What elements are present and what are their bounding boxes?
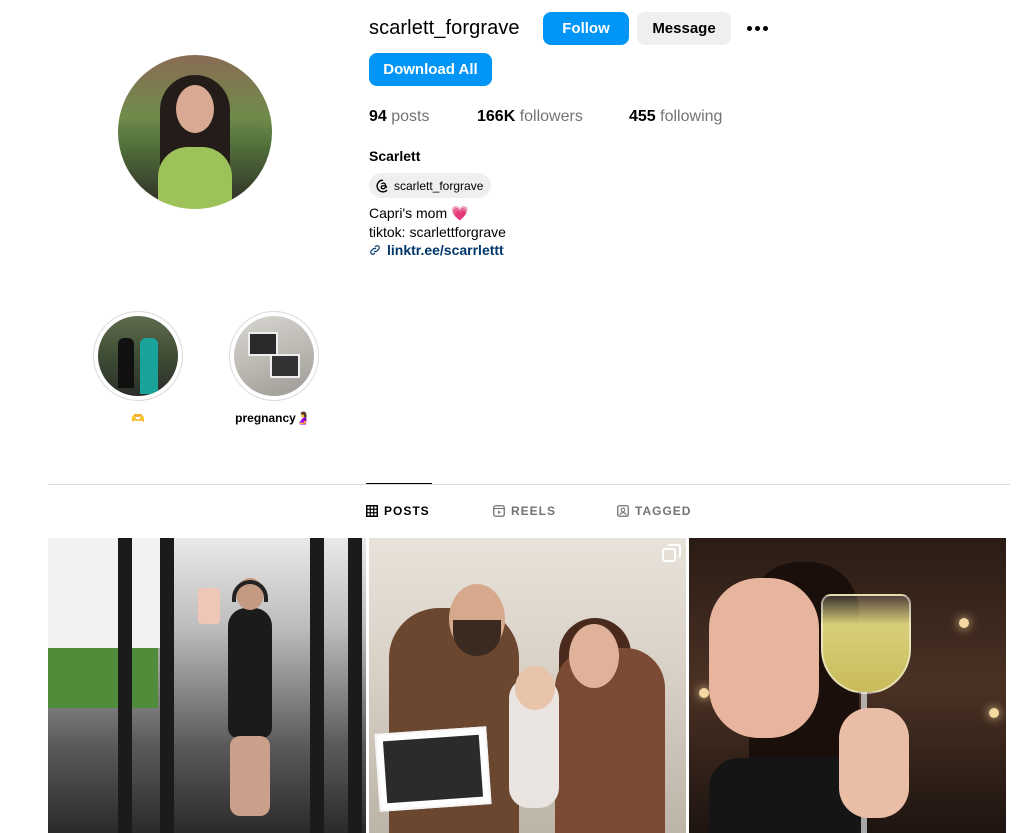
follow-button[interactable]: Follow [543,12,629,45]
highlight-figure [118,338,134,388]
followers-stat[interactable]: 166K followers [477,108,583,126]
headphones [232,580,268,602]
ultrasound-image [270,354,300,378]
phone [198,588,220,624]
avatar-body [158,147,232,209]
gym-window [48,538,168,648]
profile-full-name: Scarlett [369,148,421,164]
highlight-1[interactable] [93,311,183,401]
woman-head [569,624,619,688]
posts-label: posts [391,108,430,125]
bokeh-light [699,688,709,698]
heart-emoji: 💗 [451,205,469,221]
posts-stat: 94 posts [369,108,430,126]
child-head [515,666,555,710]
gym-rack [310,538,324,833]
gym-rack [160,538,174,833]
profile-avatar[interactable] [118,55,272,209]
post-champagne[interactable] [689,538,1006,833]
tab-posts[interactable]: POSTS [366,504,430,518]
person-torso [228,608,272,738]
highlight-figure [140,338,158,394]
post-family-announcement[interactable] [369,538,686,833]
highlight-1-cover [98,316,178,396]
woman-face [709,578,819,738]
dot [754,25,760,31]
tab-tagged-label: TAGGED [635,504,692,518]
download-all-button[interactable]: Download All [369,53,492,86]
person-legs [230,736,270,816]
highlight-pregnancy[interactable] [229,311,319,401]
gym-rack [348,538,362,833]
tagged-icon [617,505,629,517]
following-stat[interactable]: 455 following [629,108,722,126]
tab-tagged[interactable]: TAGGED [617,504,691,518]
profile-username: scarlett_forgrave [369,17,520,39]
dot [762,25,768,31]
following-count: 455 [629,108,656,125]
followers-count: 166K [477,108,516,125]
tab-divider [48,484,1010,485]
gym-rack [118,538,132,833]
bokeh-light [959,618,969,628]
avatar-face [176,85,214,133]
grid-icon [366,505,378,517]
hand [839,708,909,818]
bio-line-1: Capri's mom 💗 [369,205,468,222]
threads-icon [375,178,390,193]
ultrasound-image [248,332,278,356]
ultrasound-photo [374,726,492,812]
highlight-2-cover [234,316,314,396]
threads-badge[interactable]: scarlett_forgrave [369,173,492,198]
tab-reels[interactable]: REELS [493,504,556,518]
tab-posts-label: POSTS [384,504,430,518]
active-tab-indicator [366,483,432,484]
highlight-1-label: 🫶 [131,413,145,425]
link-text: linktr.ee/scarrlettt [387,242,504,258]
bio-link[interactable]: linktr.ee/scarrlettt [369,242,504,258]
champagne-glass [821,594,911,694]
dot [746,25,752,31]
tab-reels-label: REELS [511,504,557,518]
message-button[interactable]: Message [637,12,731,45]
more-options-icon[interactable] [744,18,770,38]
bio-line-2: tiktok: scarlettforgrave [369,224,506,240]
carousel-icon [662,544,681,562]
posts-count: 94 [369,108,387,125]
gym-turf [48,648,158,708]
threads-handle: scarlett_forgrave [394,178,484,193]
bio-text: Capri's mom [369,205,448,221]
ultrasound-image [382,734,484,804]
person-figure [208,578,288,818]
reels-icon [493,505,505,517]
link-icon [370,245,380,255]
followers-label: followers [519,108,583,125]
following-label: following [660,108,723,125]
post-gym-selfie[interactable] [48,538,366,833]
highlight-2-label: pregnancy🤰 [235,411,311,425]
bokeh-light [989,708,999,718]
